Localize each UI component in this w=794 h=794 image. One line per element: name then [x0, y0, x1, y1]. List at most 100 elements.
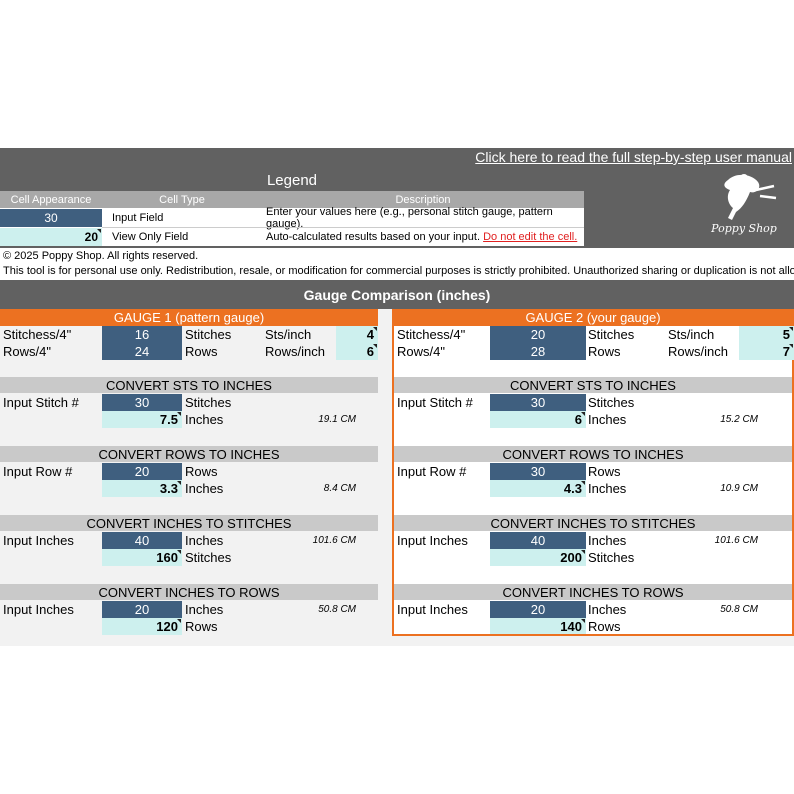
gauge2-sts-cm: 15.2 CM: [720, 414, 758, 425]
gauge1-rows-inch-result: 6: [336, 343, 378, 360]
gauge2-rows-label: Rows/4": [397, 344, 445, 359]
gauge2-input-inches-rows-label: Input Inches: [397, 602, 468, 617]
gauge2-inches-sts-unit: Inches: [588, 533, 627, 548]
legend-table: Cell Appearance Cell Type Description 30…: [0, 191, 584, 246]
gauge1-stitches-label: Stitchess/4": [3, 327, 72, 342]
legend-view-description: Auto-calculated results based on your in…: [266, 231, 481, 243]
legend-header-appearance: Cell Appearance: [0, 191, 102, 208]
gauge2-inches-to-rows-header: CONVERT INCHES TO ROWS: [394, 584, 792, 600]
gauge1-rows-cm: 8.4 CM: [323, 483, 356, 494]
gauge2-stitches-result: 200: [490, 549, 586, 566]
gauge2-sts-to-inches-header: CONVERT STS TO INCHES: [394, 377, 792, 393]
gauge1-input-inches-rows-field[interactable]: 20: [102, 601, 182, 618]
gauge2-sts-inch-label: Sts/inch: [668, 327, 715, 342]
poppy-shop-logo: Poppy Shop: [706, 172, 782, 242]
gauge1-input-inches-rows-label: Input Inches: [3, 602, 74, 617]
gauge1-rows-inches-unit: Inches: [185, 481, 224, 496]
gauge2-input-inches-rows-field[interactable]: 20: [490, 601, 586, 618]
gauge1-inches-rows-unit: Inches: [185, 602, 224, 617]
gauge1-rows-label: Rows/4": [3, 344, 51, 359]
gauge2-rows-result-unit: Rows: [588, 618, 621, 634]
gauge1-inches-sts-cm: 101.6 CM: [312, 535, 356, 546]
gauge2-sts-inches-unit: Inches: [588, 412, 627, 427]
gauge2-stitches-unit: Stitches: [588, 327, 635, 342]
gauge1-stitches-result-unit: Stitches: [185, 550, 232, 565]
gauge-gap: [378, 309, 392, 636]
knitting-girl-icon: [724, 174, 777, 220]
gauge2-rows-to-inches-header: CONVERT ROWS TO INCHES: [394, 446, 792, 462]
gauge1-sts-cm: 19.1 CM: [318, 414, 356, 425]
gauge2-stitches-input[interactable]: 20: [490, 326, 586, 343]
gauge2-input-row-field[interactable]: 30: [490, 463, 586, 480]
gauge2-sts-unit: Stitches: [588, 395, 635, 410]
user-manual-link[interactable]: Click here to read the full step-by-step…: [420, 149, 792, 167]
gauge1-input-row-label: Input Row #: [3, 464, 73, 479]
gauge2-rows-cm: 10.9 CM: [720, 483, 758, 494]
legend-header-type: Cell Type: [102, 191, 262, 208]
gauge2-stitches-result-unit: Stitches: [588, 550, 635, 565]
gauge1-rows-to-inches-header: CONVERT ROWS TO INCHES: [0, 446, 378, 462]
gauge1-panel: GAUGE 1 (pattern gauge) Stitchess/4" 16 …: [0, 309, 378, 636]
gauge1-rows-inch-label: Rows/inch: [265, 344, 325, 359]
terms-text: This tool is for personal use only. Redi…: [3, 265, 794, 277]
gauge1-sts-inch-label: Sts/inch: [265, 327, 312, 342]
gauge2-input-inches-sts-field[interactable]: 40: [490, 532, 586, 549]
gauge2-sts-inch-result: 5: [739, 326, 794, 343]
gauge1-sts-inch-result: 4: [336, 326, 378, 343]
gauge2-inches-rows-unit: Inches: [588, 602, 627, 617]
gauge1-input-stitch-field[interactable]: 30: [102, 394, 182, 411]
gauge1-inches-to-rows-header: CONVERT INCHES TO ROWS: [0, 584, 378, 600]
legend-title: Legend: [266, 171, 318, 189]
legend-warning: Do not edit the cell.: [483, 231, 578, 243]
gauge2-rows-unit: Rows: [588, 344, 621, 359]
gauge1-sts-unit: Stitches: [185, 395, 232, 410]
legend-input-description: Enter your values here (e.g., personal s…: [266, 206, 553, 230]
gauge1-stitches-unit: Stitches: [185, 327, 232, 342]
gauge2-rows-inches-result: 4.3: [490, 480, 586, 497]
gauge2-stitches-label: Stitchess/4": [397, 327, 466, 342]
gauge2-inches-to-stitches-header: CONVERT INCHES TO STITCHES: [394, 515, 792, 531]
gauge1-inches-sts-unit: Inches: [185, 533, 224, 548]
gauge2-inches-rows-cm: 50.8 CM: [720, 604, 758, 615]
gauge1-stitches-input[interactable]: 16: [102, 326, 182, 343]
legend-view-sample: 20: [0, 228, 102, 246]
gauge1-title: GAUGE 1 (pattern gauge): [0, 309, 378, 326]
gauge2-sts-inches-result: 6: [490, 411, 586, 428]
gauge1-rows-result-unit: Rows: [185, 619, 218, 634]
gauge2-input-inches-sts-label: Input Inches: [397, 533, 468, 548]
gauge1-rows-input[interactable]: 24: [102, 343, 182, 360]
gauge1-stitches-result: 160: [102, 549, 182, 566]
bottom-strip: [0, 636, 794, 646]
gauge2-rows-inch-result: 7: [739, 343, 794, 360]
gauge2-rows-input[interactable]: 28: [490, 343, 586, 360]
gauge1-inches-to-stitches-header: CONVERT INCHES TO STITCHES: [0, 515, 378, 531]
gauge1-inches-rows-cm: 50.8 CM: [318, 604, 356, 615]
gauge1-input-stitch-label: Input Stitch #: [3, 395, 79, 410]
gauge1-sts-inches-unit: Inches: [185, 412, 224, 427]
copyright-text: © 2025 Poppy Shop. All rights reserved.: [3, 249, 199, 262]
gauge1-rows-result: 120: [102, 618, 182, 635]
gauge1-input-inches-sts-field[interactable]: 40: [102, 532, 182, 549]
gauge1-sts-to-inches-header: CONVERT STS TO INCHES: [0, 377, 378, 393]
gauge1-rows-inches-result: 3.3: [102, 480, 182, 497]
legend-view-description-row: Auto-calculated results based on your in…: [266, 228, 584, 246]
gauge2-row-unit: Rows: [588, 464, 621, 479]
gauge2-input-stitch-label: Input Stitch #: [397, 395, 473, 410]
comparison-title: Gauge Comparison (inches): [0, 280, 794, 309]
legend-input-type: Input Field: [112, 212, 164, 224]
gauge1-sts-inches-result: 7.5: [102, 411, 182, 428]
gauge2-title: GAUGE 2 (your gauge): [392, 309, 794, 326]
gauge1-row-unit: Rows: [185, 464, 218, 479]
gauge2-rows-inch-label: Rows/inch: [668, 344, 728, 359]
gauge2-input-row-label: Input Row #: [397, 464, 467, 479]
gauge1-rows-unit: Rows: [185, 344, 218, 359]
logo-text: Poppy Shop: [711, 221, 777, 235]
gauge2-inches-sts-cm: 101.6 CM: [714, 535, 758, 546]
legend-view-type: View Only Field: [112, 231, 189, 243]
gauge1-input-row-field[interactable]: 20: [102, 463, 182, 480]
gauge2-rows-result: 140: [490, 618, 586, 634]
gauge1-input-inches-sts-label: Input Inches: [3, 533, 74, 548]
gauge2-input-stitch-field[interactable]: 30: [490, 394, 586, 411]
gauge2-panel: GAUGE 2 (your gauge) Stitchess/4" 20 Sti…: [392, 309, 794, 636]
gauge2-rows-inches-unit: Inches: [588, 481, 627, 496]
